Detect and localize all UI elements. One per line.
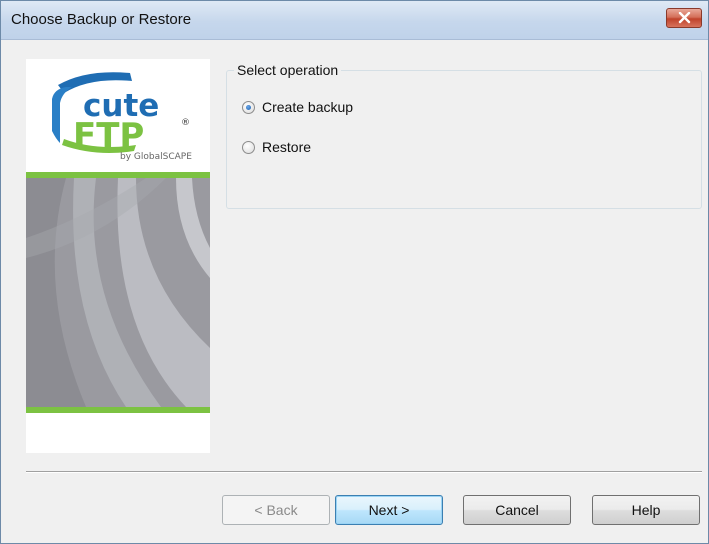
cuteftp-logo: cute FTP ® by GlobalSCAPE bbox=[26, 59, 210, 172]
back-button[interactable]: < Back bbox=[222, 495, 330, 525]
decorative-artwork bbox=[26, 178, 210, 407]
logo-ftp-text: FTP bbox=[73, 116, 144, 156]
option-label: Restore bbox=[262, 139, 312, 155]
accent-bar-bottom bbox=[26, 407, 210, 413]
title-bar: Choose Backup or Restore bbox=[1, 1, 708, 40]
cancel-button[interactable]: Cancel bbox=[463, 495, 571, 525]
next-button[interactable]: Next > bbox=[335, 495, 443, 525]
close-button[interactable] bbox=[666, 8, 702, 28]
help-button[interactable]: Help bbox=[592, 495, 700, 525]
logo-by-text: by GlobalSCAPE bbox=[120, 152, 192, 162]
radio-restore[interactable] bbox=[242, 140, 255, 154]
dialog-window: Choose Backup or Restore cute FTP ® by G… bbox=[0, 0, 709, 544]
radio-create-backup[interactable] bbox=[242, 100, 255, 114]
close-icon bbox=[678, 12, 691, 24]
option-create-backup[interactable]: Create backup bbox=[242, 99, 353, 115]
wizard-side-panel: cute FTP ® by GlobalSCAPE bbox=[26, 59, 210, 453]
button-separator bbox=[26, 471, 702, 473]
logo-registered-mark: ® bbox=[181, 118, 190, 128]
cuteftp-logo-icon: cute FTP ® by GlobalSCAPE bbox=[52, 72, 192, 162]
option-label: Create backup bbox=[262, 99, 354, 115]
decorative-swirl-icon bbox=[26, 178, 210, 407]
option-restore[interactable]: Restore bbox=[242, 139, 311, 155]
window-title: Choose Backup or Restore bbox=[11, 11, 192, 28]
group-label: Select operation bbox=[234, 62, 342, 78]
